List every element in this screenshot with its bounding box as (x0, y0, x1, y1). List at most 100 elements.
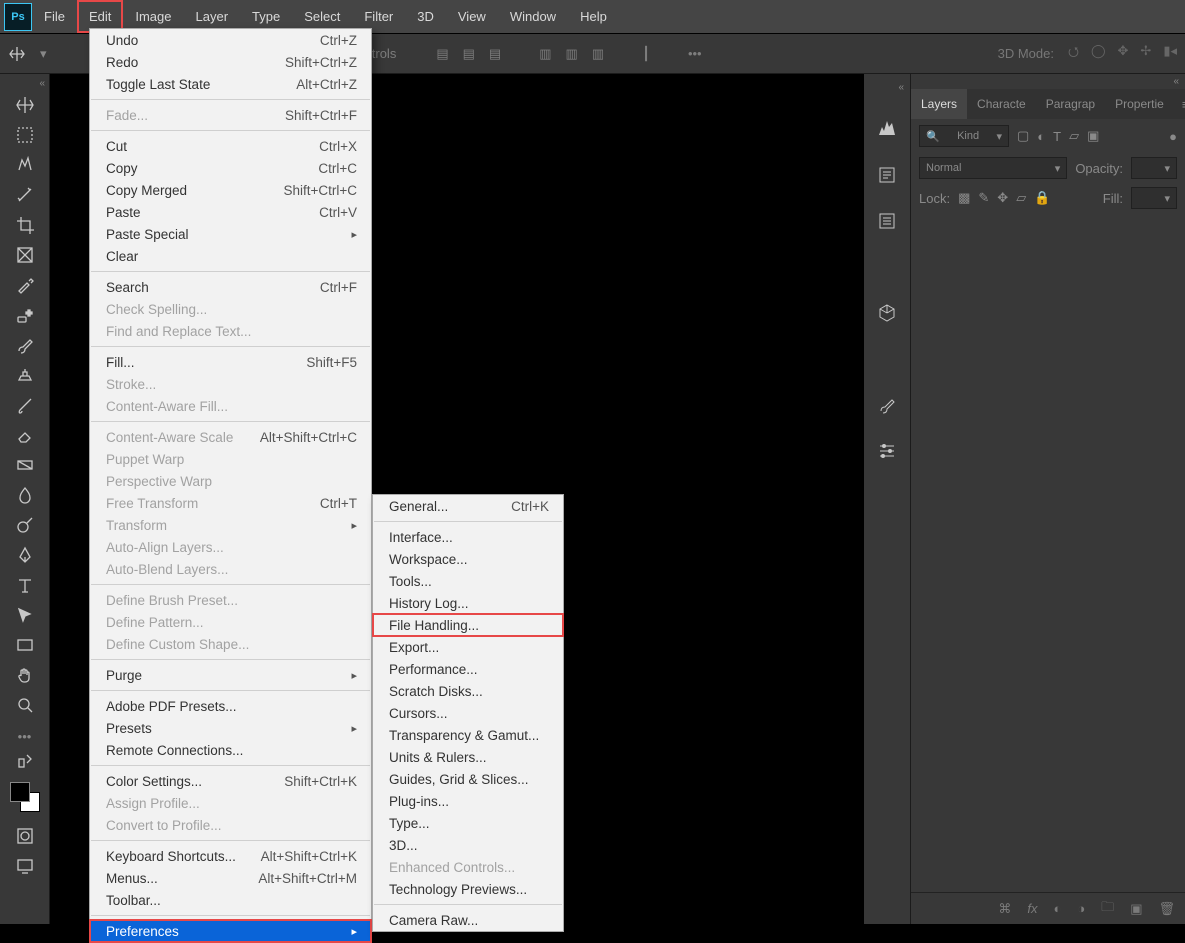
new-layer-icon[interactable]: ▣ (1130, 901, 1142, 917)
menu-item[interactable]: Transparency & Gamut... (373, 724, 563, 746)
3d-rotate-icon[interactable]: ◯ (1091, 43, 1106, 65)
tab-layers[interactable]: Layers (911, 89, 967, 119)
menu-item[interactable]: Scratch Disks... (373, 680, 563, 702)
eraser-tool[interactable] (8, 421, 42, 449)
menu-item[interactable]: RedoShift+Ctrl+Z (90, 51, 371, 73)
pen-tool[interactable] (8, 541, 42, 569)
menu-3d[interactable]: 3D (405, 0, 446, 33)
menu-item[interactable]: Export... (373, 636, 563, 658)
filter-toggle-icon[interactable]: ● (1169, 129, 1177, 144)
marquee-tool[interactable] (8, 121, 42, 149)
type-tool[interactable] (8, 571, 42, 599)
3d-icon[interactable] (877, 303, 897, 323)
menu-item[interactable]: Color Settings...Shift+Ctrl+K (90, 770, 371, 792)
crop-tool[interactable] (8, 211, 42, 239)
menu-item[interactable]: General...Ctrl+K (373, 495, 563, 517)
menu-item[interactable]: Guides, Grid & Slices... (373, 768, 563, 790)
healing-brush-tool[interactable] (8, 301, 42, 329)
blur-tool[interactable] (8, 481, 42, 509)
3d-slide-icon[interactable]: ✢ (1140, 43, 1151, 65)
histogram-icon[interactable] (877, 119, 897, 139)
clone-stamp-tool[interactable] (8, 361, 42, 389)
collapse-icon[interactable]: « (911, 74, 1185, 89)
path-selection-tool[interactable] (8, 601, 42, 629)
more-icon[interactable]: ••• (688, 46, 702, 62)
lock-artboard-icon[interactable]: ▱ (1016, 190, 1026, 206)
eyedropper-tool[interactable] (8, 271, 42, 299)
dodge-tool[interactable] (8, 511, 42, 539)
color-swatch[interactable] (10, 782, 40, 812)
menu-item[interactable]: Camera Raw... (373, 909, 563, 931)
adjustments-icon[interactable] (877, 441, 897, 461)
lock-all-icon[interactable]: 🔒 (1034, 190, 1050, 206)
menu-item[interactable]: Copy MergedShift+Ctrl+C (90, 179, 371, 201)
filter-type-icon[interactable]: T (1053, 129, 1061, 144)
menu-item[interactable]: Menus...Alt+Shift+Ctrl+M (90, 867, 371, 889)
brushes-icon[interactable] (877, 395, 897, 415)
filter-smart-icon[interactable]: ▣ (1087, 128, 1099, 144)
filter-pixel-icon[interactable]: ▢ (1017, 128, 1029, 144)
frame-tool[interactable] (8, 241, 42, 269)
align-icon[interactable]: ▥ (539, 46, 551, 62)
gradient-tool[interactable] (8, 451, 42, 479)
menu-item[interactable]: CutCtrl+X (90, 135, 371, 157)
history-brush-tool[interactable] (8, 391, 42, 419)
lock-image-icon[interactable]: ✎ (978, 190, 989, 206)
menu-item[interactable]: CopyCtrl+C (90, 157, 371, 179)
menu-help[interactable]: Help (568, 0, 619, 33)
layer-mask-icon[interactable]: ◐ (1053, 901, 1061, 916)
lock-position-icon[interactable]: ✥ (997, 190, 1008, 206)
menu-item[interactable]: File Handling... (373, 614, 563, 636)
menu-item[interactable]: Keyboard Shortcuts...Alt+Shift+Ctrl+K (90, 845, 371, 867)
collapse-icon[interactable]: « (898, 82, 904, 93)
menu-file[interactable]: File (32, 0, 77, 33)
panel-menu-icon[interactable]: ≡ (1174, 97, 1185, 112)
align-icon[interactable]: ▥ (592, 46, 604, 62)
menu-item[interactable]: Adobe PDF Presets... (90, 695, 371, 717)
opacity-input[interactable]: ▾ (1131, 157, 1177, 179)
menu-item[interactable]: Workspace... (373, 548, 563, 570)
menu-item[interactable]: Technology Previews... (373, 878, 563, 900)
delete-layer-icon[interactable]: 🗑 (1158, 901, 1175, 917)
magic-wand-tool[interactable] (8, 181, 42, 209)
menu-item[interactable]: Toolbar... (90, 889, 371, 911)
menu-item[interactable]: 3D... (373, 834, 563, 856)
layer-style-icon[interactable]: fx (1027, 901, 1037, 916)
3d-camera-icon[interactable]: ▮◂ (1163, 43, 1177, 65)
align-icon[interactable]: ▥ (566, 46, 578, 62)
menu-item[interactable]: SearchCtrl+F (90, 276, 371, 298)
menu-item[interactable]: Presets (90, 717, 371, 739)
menu-item[interactable]: History Log... (373, 592, 563, 614)
adjustment-layer-icon[interactable]: ◑ (1077, 901, 1085, 916)
menu-item[interactable]: Clear (90, 245, 371, 267)
menu-item[interactable]: Interface... (373, 526, 563, 548)
lock-transparency-icon[interactable]: ▩ (958, 190, 970, 206)
menu-item[interactable]: UndoCtrl+Z (90, 29, 371, 51)
distribute-icon[interactable]: ┃ (642, 46, 650, 62)
menu-item[interactable]: Fill...Shift+F5 (90, 351, 371, 373)
menu-item[interactable]: Preferences (90, 920, 371, 942)
align-icon[interactable]: ▤ (463, 46, 475, 62)
3d-pan-icon[interactable]: ✥ (1118, 43, 1129, 65)
menu-item[interactable]: Remote Connections... (90, 739, 371, 761)
align-icon[interactable]: ▤ (436, 46, 448, 62)
info-icon[interactable] (877, 165, 897, 185)
tab-characte[interactable]: Characte (967, 89, 1036, 119)
menu-view[interactable]: View (446, 0, 498, 33)
layer-filter-select[interactable]: 🔍Kind▾ (919, 125, 1009, 147)
menu-item[interactable]: Performance... (373, 658, 563, 680)
blend-mode-select[interactable]: Normal▾ (919, 157, 1067, 179)
screen-mode-icon[interactable] (8, 852, 42, 880)
fill-input[interactable]: ▾ (1131, 187, 1177, 209)
edit-toolbar-icon[interactable] (8, 746, 42, 774)
quick-mask-icon[interactable] (8, 822, 42, 850)
hand-tool[interactable] (8, 661, 42, 689)
3d-orbit-icon[interactable]: ⭯ (1068, 43, 1079, 65)
menu-item[interactable]: PasteCtrl+V (90, 201, 371, 223)
menu-item[interactable]: Tools... (373, 570, 563, 592)
menu-window[interactable]: Window (498, 0, 568, 33)
menu-item[interactable]: Type... (373, 812, 563, 834)
menu-item[interactable]: Paste Special (90, 223, 371, 245)
filter-shape-icon[interactable]: ▱ (1069, 128, 1079, 144)
tool-options-icon[interactable]: ••• (18, 729, 32, 744)
